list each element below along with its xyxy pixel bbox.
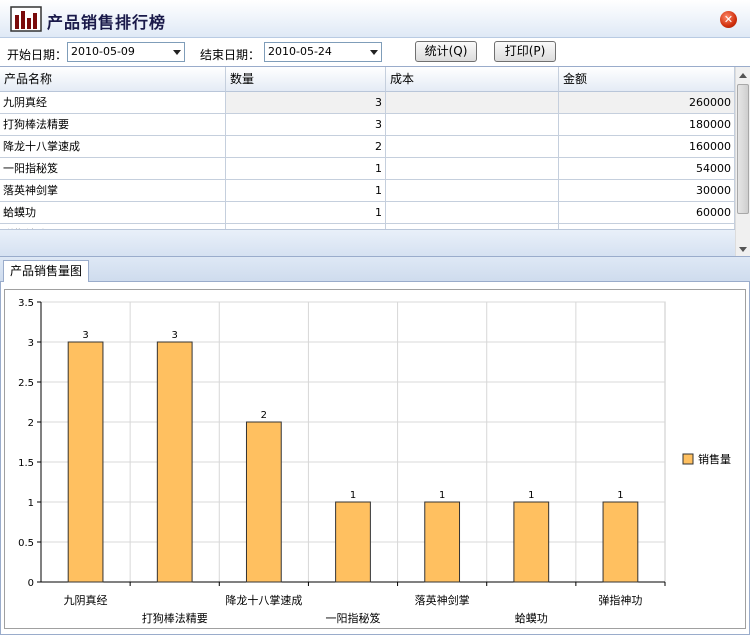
x-tick-label: 九阴真经 <box>64 593 108 607</box>
x-tick-label: 降龙十八掌速成 <box>225 593 302 607</box>
cell-qty[interactable]: 3 <box>226 92 386 114</box>
tab-sales-chart[interactable]: 产品销售量图 <box>3 260 90 282</box>
bar <box>513 501 550 583</box>
y-tick-label: 2.5 <box>18 378 34 389</box>
data-label: 1 <box>350 490 356 501</box>
cell-amount[interactable]: 260000 <box>559 92 735 114</box>
scroll-down-icon[interactable] <box>739 247 747 252</box>
column-header-name[interactable]: 产品名称 <box>0 67 226 92</box>
legend-swatch <box>682 453 694 465</box>
x-tick-label: 落英神剑掌 <box>415 593 470 607</box>
window-title: 产品销售排行榜 <box>47 13 167 32</box>
cell-product-name[interactable]: 一阳指秘笈 <box>0 158 226 180</box>
data-label: 1 <box>617 490 623 501</box>
cell-product-name[interactable]: 落英神剑掌 <box>0 180 226 202</box>
bar <box>245 421 282 583</box>
bar <box>602 501 639 583</box>
y-tick-label: 1.5 <box>18 458 34 469</box>
cell-product-name[interactable]: 九阴真经 <box>0 92 226 114</box>
chart-frame: 0 0.5 1 1.5 2 2.5 3 3.5 3 九阴真经 3 打狗棒法精要 2 降龙十八掌速成 1 一阳指… <box>4 289 746 629</box>
start-date-value: 2010-05-09 <box>71 45 135 58</box>
bar-chart-icon <box>10 6 42 32</box>
cell-cost[interactable] <box>386 202 559 224</box>
x-tick-label: 打狗棒法精要 <box>142 611 208 625</box>
end-date-value: 2010-05-24 <box>268 45 332 58</box>
x-tick-label: 一阳指秘笈 <box>326 611 381 625</box>
bar <box>67 341 104 583</box>
y-tick-label: 3.5 <box>18 298 34 309</box>
dropdown-arrow-icon[interactable] <box>370 50 378 55</box>
close-icon[interactable]: ✕ <box>720 11 737 28</box>
bar <box>156 341 193 583</box>
data-label: 1 <box>439 490 445 501</box>
cell-amount[interactable]: 180000 <box>559 114 735 136</box>
cell-cost[interactable] <box>386 158 559 180</box>
bar <box>335 501 371 583</box>
cell-cost[interactable] <box>386 92 559 114</box>
cell-product-name[interactable]: 降龙十八掌速成 <box>0 136 226 158</box>
cell-qty[interactable]: 1 <box>226 180 386 202</box>
cell-cost[interactable] <box>386 180 559 202</box>
cell-qty[interactable]: 1 <box>226 202 386 224</box>
chart-tabstrip: 产品销售量图 <box>0 256 750 282</box>
sales-bar-chart: 0 0.5 1 1.5 2 2.5 3 3.5 3 九阴真经 3 打狗棒法精要 2 降龙十八掌速成 1 一阳指… <box>18 298 731 625</box>
x-tick-label: 弹指神功 <box>598 593 642 607</box>
end-date-label: 结束日期： <box>200 48 261 62</box>
print-button[interactable]: 打印(P) <box>494 41 556 62</box>
bar <box>424 501 461 583</box>
cell-qty[interactable]: 1 <box>226 158 386 180</box>
column-header-amount[interactable]: 金额 <box>559 67 735 92</box>
column-header-cost[interactable]: 成本 <box>386 67 559 92</box>
cell-amount[interactable]: 60000 <box>559 202 735 224</box>
chart-panel: 0 0.5 1 1.5 2 2.5 3 3.5 3 九阴真经 3 打狗棒法精要 2 降龙十八掌速成 1 一阳指… <box>0 282 750 635</box>
scroll-up-icon[interactable] <box>739 73 747 78</box>
cell-qty[interactable]: 2 <box>226 136 386 158</box>
cell-amount[interactable]: 160000 <box>559 136 735 158</box>
y-tick-label: 1 <box>28 498 34 509</box>
title-bar: 产品销售排行榜 ✕ <box>0 0 750 38</box>
start-date-picker[interactable]: 2010-05-09 <box>67 42 185 62</box>
vertical-scrollbar[interactable] <box>735 67 750 256</box>
y-tick-label: 0.5 <box>18 538 34 549</box>
cell-qty[interactable]: 3 <box>226 114 386 136</box>
toolbar: 开始日期： 2010-05-09 结束日期： 2010-05-24 统计(Q) … <box>0 38 750 66</box>
start-date-label: 开始日期： <box>7 48 68 62</box>
cell-amount[interactable]: 54000 <box>559 158 735 180</box>
cell-amount[interactable]: 30000 <box>559 180 735 202</box>
dropdown-arrow-icon[interactable] <box>173 50 181 55</box>
legend-label: 销售量 <box>698 452 731 466</box>
cell-product-name[interactable]: 蛤蟆功 <box>0 202 226 224</box>
column-header-qty[interactable]: 数量 <box>226 67 386 92</box>
cell-cost[interactable] <box>386 114 559 136</box>
y-tick-label: 0 <box>28 578 34 589</box>
data-label: 3 <box>82 330 88 341</box>
scroll-thumb[interactable] <box>737 84 749 214</box>
end-date-picker[interactable]: 2010-05-24 <box>264 42 382 62</box>
product-grid[interactable]: 产品名称 数量 成本 金额 九阴真经 3 260000 打狗棒法精要 3 180000 降龙… <box>0 66 750 256</box>
cell-product-name[interactable]: 打狗棒法精要 <box>0 114 226 136</box>
data-label: 3 <box>172 330 178 341</box>
grid-footer <box>0 229 735 256</box>
data-label: 1 <box>528 490 534 501</box>
stat-button[interactable]: 统计(Q) <box>415 41 477 62</box>
cell-cost[interactable] <box>386 136 559 158</box>
x-tick-label: 蛤蟆功 <box>515 612 548 625</box>
y-tick-label: 2 <box>28 418 34 429</box>
y-tick-label: 3 <box>28 338 34 349</box>
data-label: 2 <box>261 410 267 421</box>
